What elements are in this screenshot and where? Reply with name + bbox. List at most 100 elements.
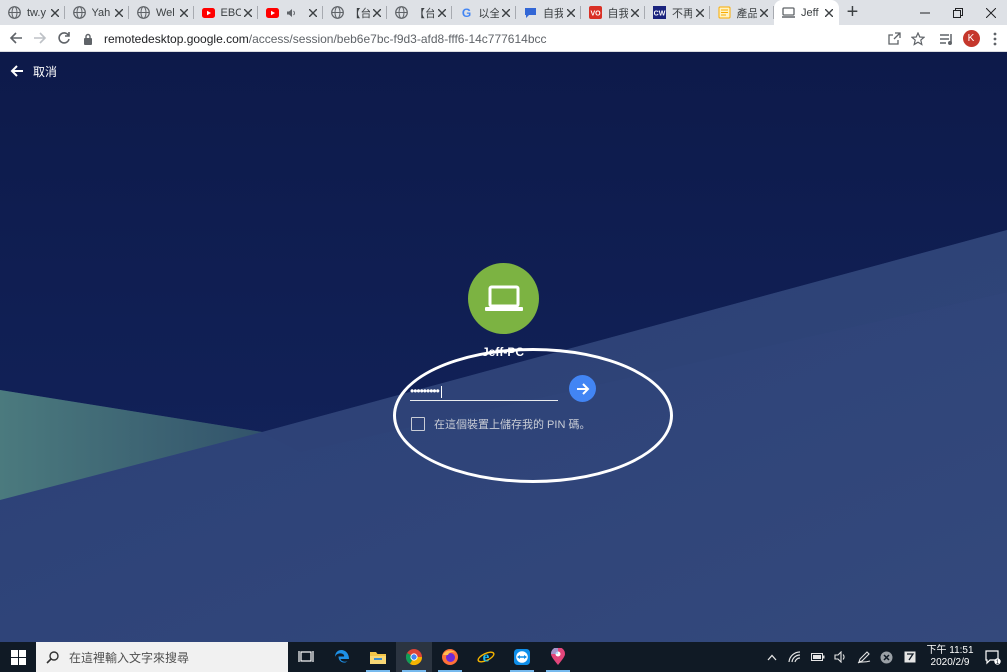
host-computer-icon bbox=[468, 263, 539, 334]
close-icon bbox=[114, 8, 124, 18]
browser-tab[interactable]: 【台 bbox=[387, 0, 452, 25]
browser-tab[interactable]: VO 自我 bbox=[581, 0, 646, 25]
browser-tab[interactable]: tw.y bbox=[0, 0, 65, 25]
start-button[interactable] bbox=[0, 642, 36, 672]
battery-button[interactable] bbox=[806, 642, 829, 672]
browser-tab[interactable]: Yah bbox=[65, 0, 130, 25]
lock-icon bbox=[80, 33, 96, 45]
minimize-button[interactable] bbox=[908, 0, 941, 25]
restore-icon bbox=[952, 7, 963, 18]
browser-tab[interactable] bbox=[258, 0, 323, 25]
windows-logo-icon bbox=[10, 649, 26, 665]
action-center-button[interactable]: 1 bbox=[979, 642, 1007, 672]
taskbar-search-box[interactable]: 在這裡輸入文字來搜尋 bbox=[36, 642, 288, 672]
back-button[interactable] bbox=[4, 26, 28, 50]
remember-pin-checkbox[interactable] bbox=[411, 417, 425, 431]
tab-title: Yah bbox=[91, 6, 111, 19]
new-tab-button[interactable]: + bbox=[839, 0, 867, 25]
tab-close-button[interactable] bbox=[50, 5, 59, 20]
close-icon bbox=[985, 7, 996, 18]
teamviewer-app[interactable] bbox=[504, 642, 540, 672]
reload-button[interactable] bbox=[52, 26, 76, 50]
playlist-icon bbox=[940, 33, 952, 45]
speaker-icon bbox=[834, 651, 845, 663]
browser-toolbar: remotedesktop.google.com/access/session/… bbox=[0, 25, 1007, 52]
cancel-button[interactable]: 取消 bbox=[10, 62, 57, 80]
tab-close-button[interactable] bbox=[630, 5, 640, 20]
more-vert-icon bbox=[993, 32, 997, 45]
edge-icon bbox=[335, 650, 349, 663]
tab-strip: tw.y Yah Wel EBC 【台 【台 G 以全 自我 VO 自我 CW 不再 產品 Jeff + bbox=[0, 0, 1007, 25]
browser-tab[interactable]: Jeff bbox=[774, 0, 839, 25]
media-control-button[interactable] bbox=[935, 27, 959, 51]
tab-close-button[interactable] bbox=[566, 5, 575, 20]
reload-icon bbox=[58, 32, 70, 44]
cancel-label: 取消 bbox=[33, 64, 58, 79]
volume-button[interactable] bbox=[829, 642, 852, 672]
restore-button[interactable] bbox=[941, 0, 974, 25]
browser-tab[interactable]: EBC bbox=[194, 0, 259, 25]
avatar: K bbox=[962, 30, 980, 47]
tab-close-button[interactable] bbox=[308, 5, 317, 20]
clock[interactable]: 下午 11:51 2020/2/9 bbox=[921, 642, 979, 672]
edge-app[interactable] bbox=[324, 642, 360, 672]
close-window-button[interactable] bbox=[974, 0, 1007, 25]
tab-close-button[interactable] bbox=[759, 5, 769, 20]
pen-icon bbox=[857, 651, 870, 664]
tab-close-button[interactable] bbox=[114, 5, 124, 20]
menu-button[interactable] bbox=[983, 27, 1007, 51]
tab-close-button[interactable] bbox=[243, 5, 253, 20]
chrome-app[interactable] bbox=[396, 642, 432, 672]
firefox-app[interactable] bbox=[432, 642, 468, 672]
task-view-button[interactable] bbox=[288, 642, 324, 672]
browser-tab[interactable]: 【台 bbox=[323, 0, 388, 25]
close-icon bbox=[243, 8, 253, 18]
text-caret bbox=[440, 385, 442, 398]
browser-tab[interactable]: Wel bbox=[129, 0, 194, 25]
maps-app[interactable] bbox=[540, 642, 576, 672]
browser-tab[interactable]: CW 不再 bbox=[645, 0, 710, 25]
chat-icon bbox=[524, 6, 537, 19]
tab-close-button[interactable] bbox=[695, 5, 704, 20]
tab-close-button[interactable] bbox=[824, 5, 833, 20]
tab-title: 【台 bbox=[414, 7, 434, 20]
browser-tab[interactable]: 自我 bbox=[516, 0, 581, 25]
close-icon bbox=[437, 8, 446, 18]
browser-tab[interactable]: 產品 bbox=[710, 0, 775, 25]
tab-close-button[interactable] bbox=[372, 5, 382, 20]
tab-title: 不再 bbox=[672, 7, 692, 20]
audio-playing-icon[interactable] bbox=[285, 6, 298, 19]
address-bar[interactable]: remotedesktop.google.com/access/session/… bbox=[80, 27, 930, 50]
map-pin-icon bbox=[551, 648, 565, 665]
open-in-app-button[interactable] bbox=[882, 27, 906, 51]
windows-taskbar: 在這裡輸入文字來搜尋 e 下午 11:51 2020/2/9 1 bbox=[0, 642, 1007, 672]
close-icon bbox=[695, 8, 704, 18]
tab-close-button[interactable] bbox=[437, 5, 446, 20]
network-button[interactable] bbox=[783, 642, 806, 672]
close-icon bbox=[566, 8, 575, 18]
bookmark-star-button[interactable] bbox=[906, 27, 930, 51]
pen-workspace-button[interactable] bbox=[852, 642, 875, 672]
browser-tab[interactable]: G 以全 bbox=[452, 0, 517, 25]
notification-icon: 1 bbox=[985, 649, 1001, 665]
show-hidden-icons-button[interactable] bbox=[760, 642, 783, 672]
pin-input[interactable]: ••••••••• bbox=[410, 379, 558, 401]
tab-close-button[interactable] bbox=[179, 5, 188, 20]
tab-title: 產品 bbox=[736, 7, 757, 20]
search-icon bbox=[46, 650, 59, 664]
chevron-up-icon bbox=[767, 654, 776, 660]
submit-pin-button[interactable] bbox=[569, 375, 596, 402]
tab-title: Wel bbox=[156, 6, 175, 19]
url-text: remotedesktop.google.com/access/session/… bbox=[104, 32, 547, 46]
wifi-icon bbox=[788, 651, 801, 663]
profile-button[interactable]: K bbox=[959, 27, 983, 51]
input-method-button[interactable] bbox=[898, 642, 921, 672]
forward-button[interactable] bbox=[28, 26, 52, 50]
tab-close-button[interactable] bbox=[501, 5, 511, 20]
youtube-icon bbox=[266, 6, 279, 19]
internet-explorer-app[interactable]: e bbox=[468, 642, 504, 672]
tray-app-close-button[interactable] bbox=[875, 642, 898, 672]
tab-title: 以全 bbox=[478, 7, 499, 20]
file-explorer-app[interactable] bbox=[360, 642, 396, 672]
remember-pin-label[interactable]: 在這個裝置上儲存我的 PIN 碼。 bbox=[434, 416, 590, 432]
